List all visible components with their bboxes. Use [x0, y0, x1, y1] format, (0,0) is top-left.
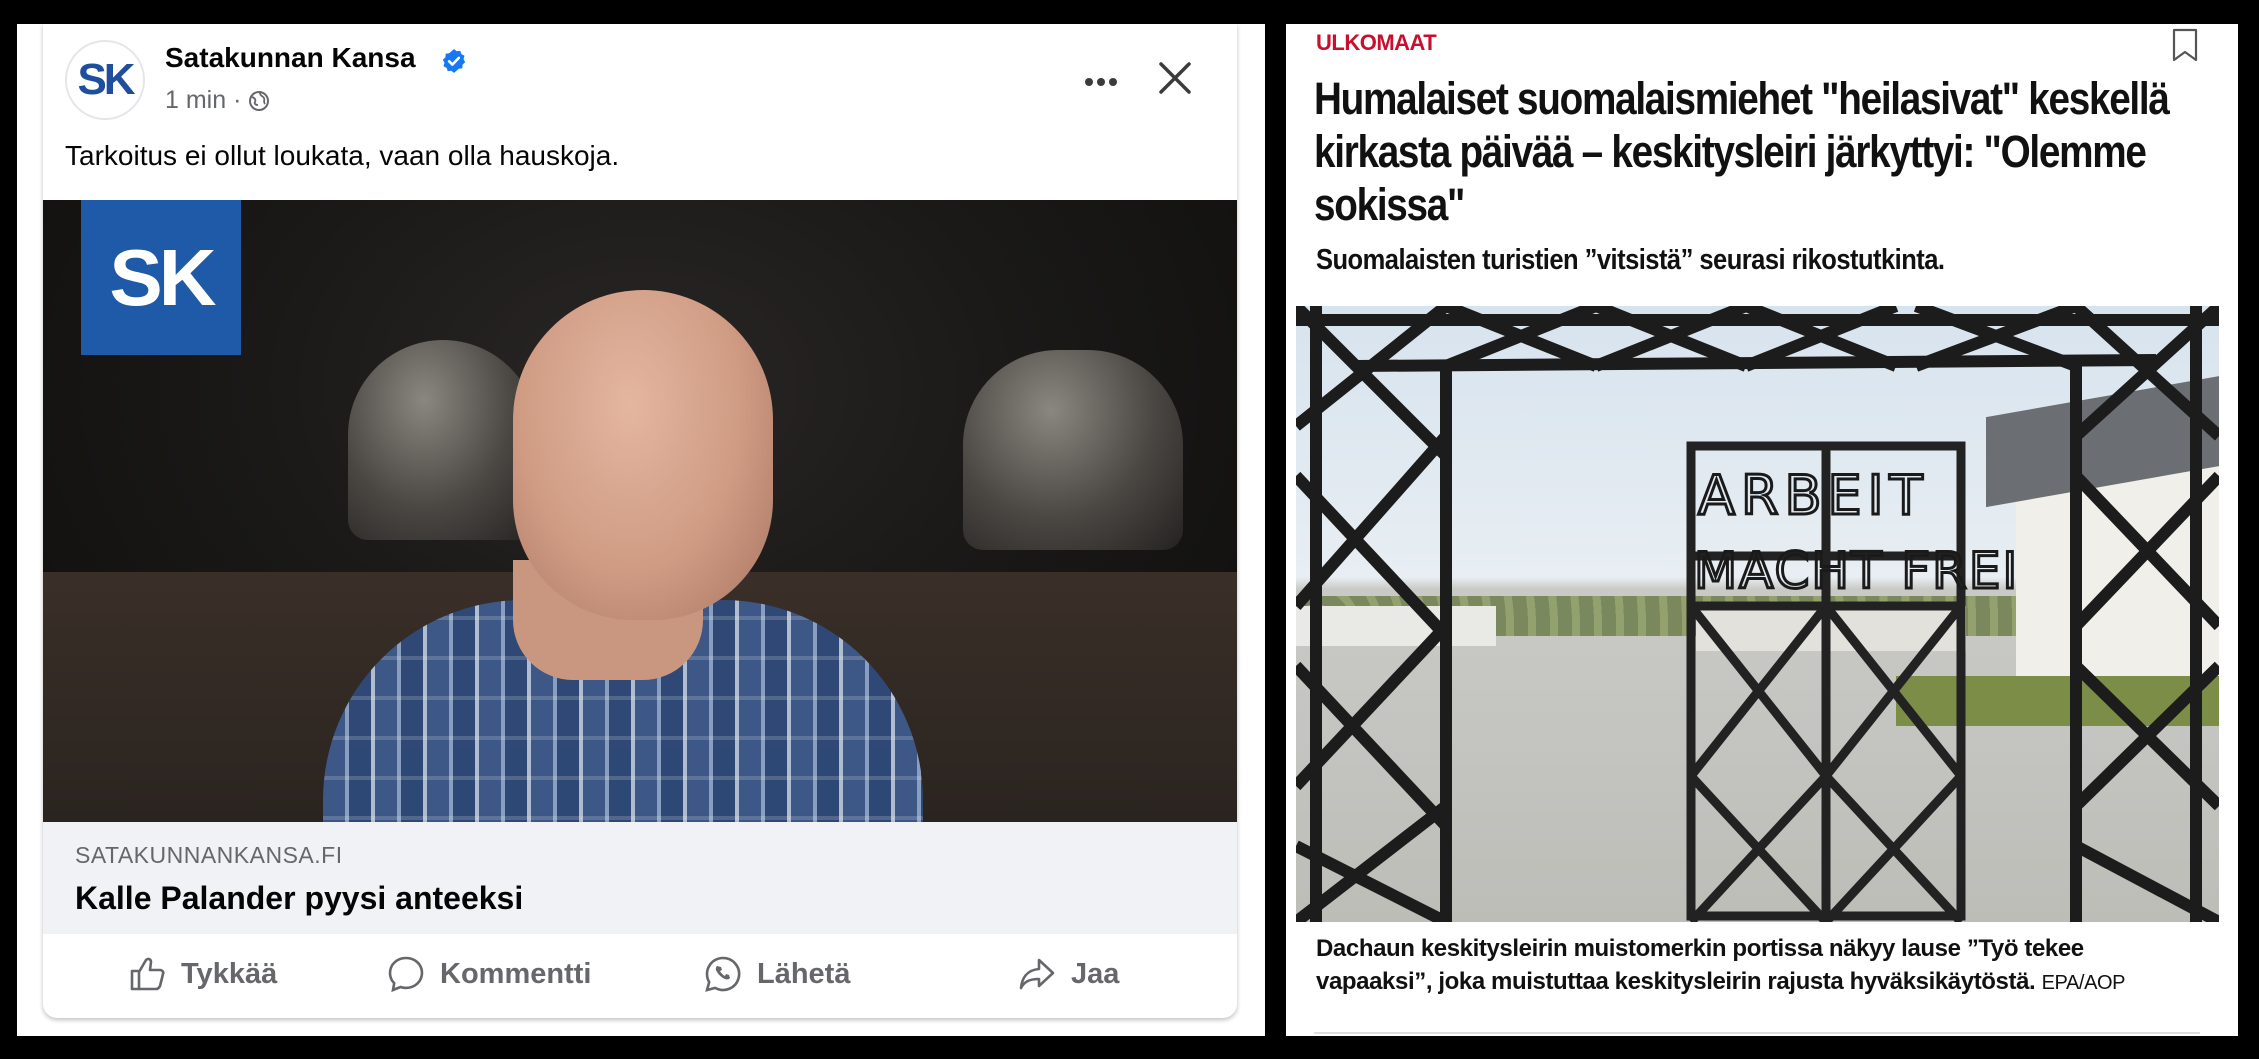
share-button[interactable]: Jaa: [1017, 954, 1119, 994]
post-time[interactable]: 1 min ·: [165, 86, 241, 115]
image-sk-logo-text: SK: [109, 232, 216, 322]
page-name[interactable]: Satakunnan Kansa: [165, 42, 416, 74]
close-icon[interactable]: [1157, 60, 1193, 96]
news-article-panel: ULKOMAAT Humalaiset suomalaismiehet "hei…: [1286, 24, 2238, 1036]
like-button[interactable]: Tykkää: [127, 954, 277, 994]
article-lead: Suomalaisten turistien ”vitsistä” seuras…: [1316, 244, 1945, 276]
post-meta: 1 min ·: [165, 86, 271, 115]
facebook-post-card: SK Satakunnan Kansa 1 min · Tarkoitus ei…: [43, 24, 1237, 1018]
send-label: Lähetä: [757, 957, 851, 990]
image-sk-logo: SK: [81, 200, 241, 355]
link-preview-image[interactable]: SK i: [43, 200, 1237, 822]
gate-sign-line1: ARBEIT: [1698, 464, 1929, 527]
comment-icon: [388, 956, 424, 993]
thumbs-up-icon: [130, 957, 165, 991]
article-title: Humalaiset suomalaismiehet "heilasivat" …: [1314, 73, 2170, 230]
photo-credit: EPA/AOP: [2041, 972, 2126, 994]
comment-button[interactable]: Kommentti: [386, 954, 591, 994]
bookmark-icon[interactable]: [2172, 28, 2198, 62]
comment-label: Kommentti: [440, 957, 592, 990]
avatar-logo-text: SK: [77, 55, 135, 104]
facebook-panel: SK Satakunnan Kansa 1 min · Tarkoitus ei…: [17, 24, 1265, 1036]
post-actions-bar: Tykkää Kommentti Lähetä Jaa: [43, 936, 1237, 1018]
share-label: Jaa: [1071, 957, 1120, 990]
verified-badge-icon: [442, 49, 466, 73]
page-avatar[interactable]: SK: [65, 40, 145, 120]
link-preview[interactable]: SATAKUNNANKANSA.FI Kalle Palander pyysi …: [43, 822, 1237, 934]
image-iron-gate: ARBEIT MACHT FREI: [1296, 306, 2219, 922]
like-label: Tykkää: [181, 957, 278, 990]
globe-icon: [249, 90, 270, 111]
gate-sign-line2: MACHT FREI: [1694, 542, 2019, 600]
article-image[interactable]: ARBEIT MACHT FREI: [1296, 306, 2219, 922]
whatsapp-icon: [705, 956, 741, 992]
image-lamp-right: [963, 350, 1183, 550]
share-icon: [1019, 958, 1055, 990]
link-title: Kalle Palander pyysi anteeksi: [75, 880, 524, 916]
image-person-head: [513, 290, 773, 620]
divider: [1314, 1032, 2200, 1034]
section-tag[interactable]: ULKOMAAT: [1316, 30, 1437, 56]
image-lamp-left: [348, 340, 538, 540]
send-button[interactable]: Lähetä: [703, 954, 850, 994]
image-caption: Dachaun keskitysleirin muistomerkin port…: [1316, 932, 2196, 1000]
post-text: Tarkoitus ei ollut loukata, vaan olla ha…: [65, 140, 620, 171]
caption-text: Dachaun keskitysleirin muistomerkin port…: [1316, 935, 2084, 995]
more-options-icon[interactable]: [1083, 76, 1119, 88]
link-domain: SATAKUNNANKANSA.FI: [75, 842, 343, 868]
